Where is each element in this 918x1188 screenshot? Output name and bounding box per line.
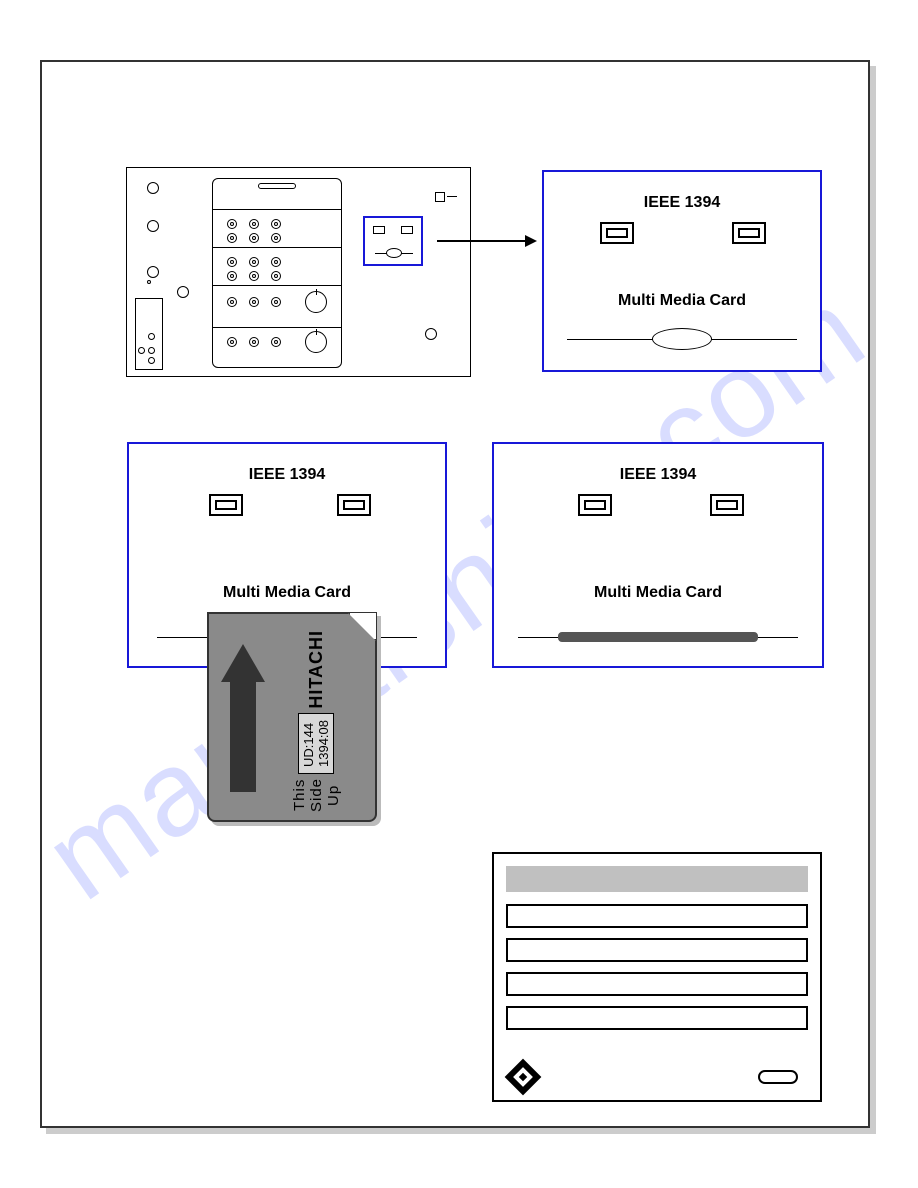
dot-icon <box>138 347 145 354</box>
rca-icon <box>249 337 259 347</box>
firewire-port-icon <box>600 222 634 244</box>
rca-icon <box>227 297 237 307</box>
insert-arrow-icon <box>221 644 265 794</box>
dial-icon <box>305 291 327 313</box>
rca-icon <box>227 271 237 281</box>
mmc-label: Multi Media Card <box>594 584 722 602</box>
rca-icon <box>227 337 237 347</box>
line-icon <box>447 196 457 197</box>
ieee1394-label: IEEE 1394 <box>644 194 721 212</box>
rca-icon <box>271 233 281 243</box>
dot-icon <box>148 357 155 364</box>
page-frame: manualshive.com <box>40 60 870 1128</box>
osd-menu-panel <box>492 852 822 1102</box>
card-brand-label: HITACHI <box>306 630 327 709</box>
rca-icon <box>271 257 281 267</box>
connector-icon <box>147 220 159 232</box>
rca-icon <box>271 271 281 281</box>
osd-menu-row <box>506 904 808 928</box>
io-detail-panel-3: IEEE 1394 Multi Media Card <box>492 442 824 668</box>
diagram-content: manualshive.com <box>42 62 868 1126</box>
rca-icon <box>227 233 237 243</box>
connector-icon <box>258 183 296 189</box>
dial-icon <box>305 331 327 353</box>
connector-icon <box>425 328 437 340</box>
device-back-panel <box>126 167 471 377</box>
card-slot-inserted-icon <box>518 622 798 652</box>
card-slot-icon <box>375 248 413 258</box>
ieee1394-label: IEEE 1394 <box>620 466 697 484</box>
rca-icon <box>227 219 237 229</box>
rca-icon <box>249 297 259 307</box>
connector-icon <box>177 286 189 298</box>
card-label-column: HITACHI UD:144 1394:08 This Side Up <box>271 636 361 806</box>
rca-icon <box>271 297 281 307</box>
firewire-port-icon <box>401 226 413 234</box>
rca-icon <box>249 271 259 281</box>
callout-arrow-icon <box>437 240 535 242</box>
io-detail-panel-1: IEEE 1394 Multi Media Card <box>542 170 822 372</box>
mini-io-callout <box>363 216 423 266</box>
center-port-grid <box>212 178 342 368</box>
firewire-port-icon <box>209 494 243 516</box>
osd-menu-row <box>506 1006 808 1030</box>
mmc-card-illustration: HITACHI UD:144 1394:08 This Side Up <box>207 612 377 822</box>
card-slot-icon <box>567 324 797 354</box>
osd-menu-row <box>506 972 808 996</box>
rca-icon <box>271 337 281 347</box>
osd-button-icon <box>758 1070 798 1084</box>
dot-icon <box>148 347 155 354</box>
card-side-label: This Side Up <box>291 778 342 812</box>
firewire-port-icon <box>710 494 744 516</box>
firewire-port-icon <box>578 494 612 516</box>
dpad-icon <box>505 1059 542 1096</box>
side-port-strip <box>135 298 163 370</box>
firewire-port-icon <box>337 494 371 516</box>
firewire-port-icon <box>373 226 385 234</box>
card-ud-label: UD:144 1394:08 <box>298 713 334 774</box>
ieee1394-label: IEEE 1394 <box>249 466 326 484</box>
rca-icon <box>249 257 259 267</box>
osd-menu-row <box>506 938 808 962</box>
dot-icon <box>147 280 151 284</box>
dot-icon <box>148 333 155 340</box>
osd-header-bar <box>506 866 808 892</box>
mmc-label: Multi Media Card <box>618 292 746 310</box>
rca-icon <box>271 219 281 229</box>
rca-icon <box>249 219 259 229</box>
connector-icon <box>147 266 159 278</box>
rca-icon <box>227 257 237 267</box>
connector-icon <box>147 182 159 194</box>
mmc-label: Multi Media Card <box>223 584 351 602</box>
rca-icon <box>249 233 259 243</box>
osd-nav-icon <box>510 1064 536 1090</box>
firewire-port-icon <box>732 222 766 244</box>
connector-icon <box>435 192 445 202</box>
